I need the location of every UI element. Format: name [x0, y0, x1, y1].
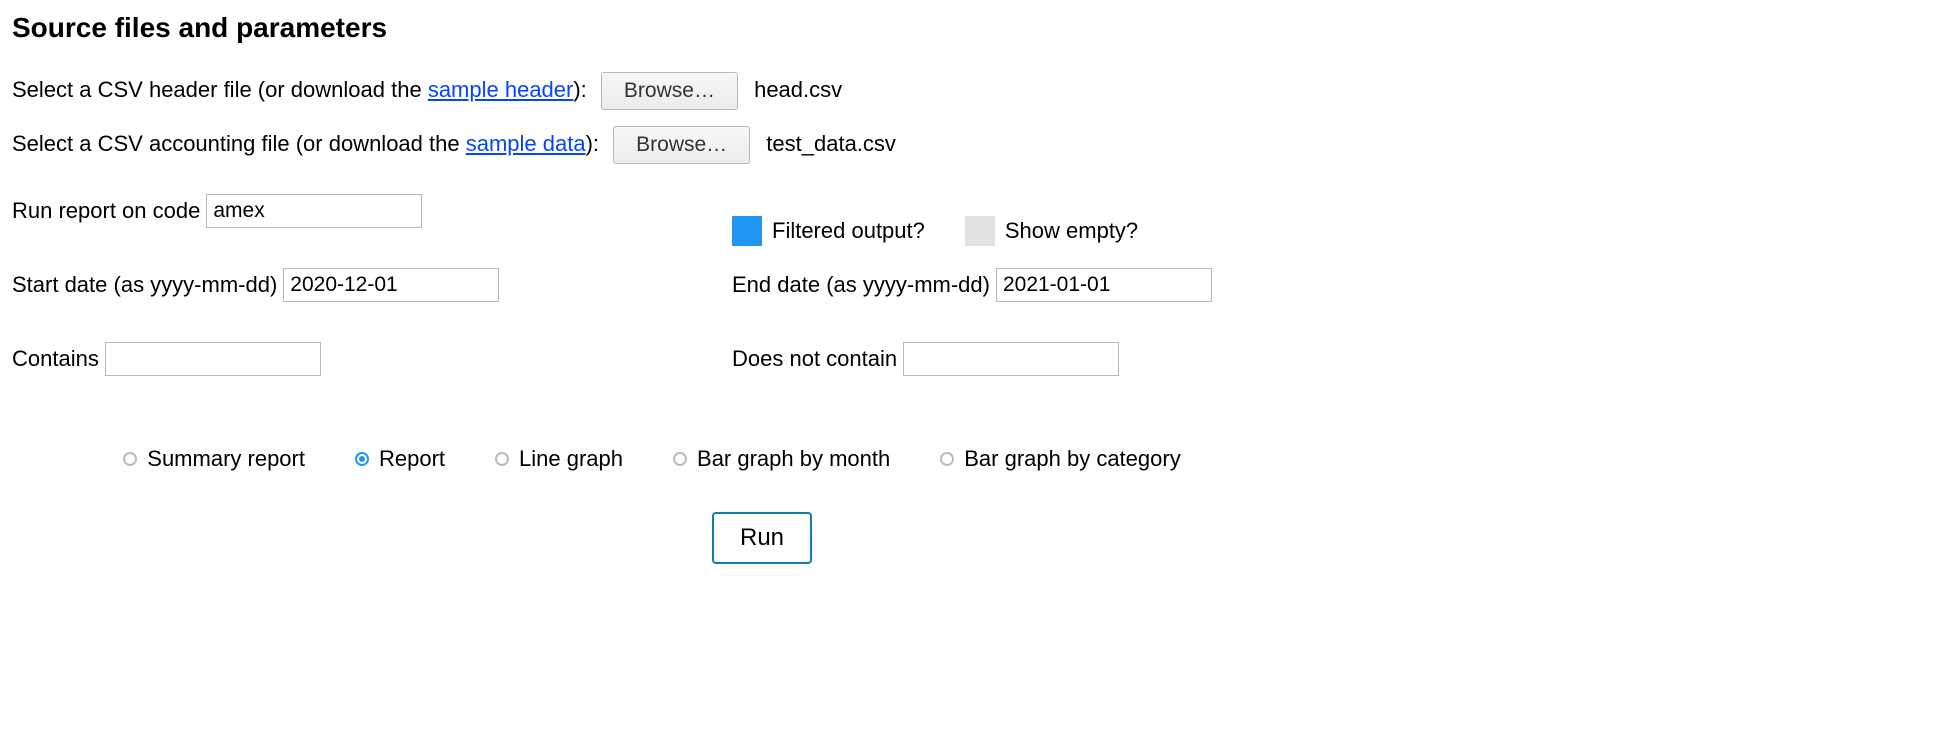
radio-icon	[123, 452, 137, 466]
radio-icon	[495, 452, 509, 466]
show-empty-checkbox-wrap[interactable]: Show empty?	[965, 216, 1138, 246]
start-date-label: Start date (as yyyy-mm-dd)	[12, 272, 277, 298]
run-button[interactable]: Run	[712, 512, 812, 564]
data-file-row: Select a CSV accounting file (or downloa…	[12, 126, 1922, 164]
radio-label: Line graph	[519, 446, 623, 472]
start-date-input[interactable]	[283, 268, 499, 302]
data-filename: test_data.csv	[766, 131, 896, 156]
radio-icon	[940, 452, 954, 466]
header-file-label-pre: Select a CSV header file (or download th…	[12, 77, 428, 102]
radio-icon	[355, 452, 369, 466]
header-file-row: Select a CSV header file (or download th…	[12, 72, 1922, 110]
sample-header-link[interactable]: sample header	[428, 77, 574, 102]
section-heading: Source files and parameters	[12, 12, 1922, 44]
radio-report[interactable]: Report	[355, 446, 445, 472]
radio-line-graph[interactable]: Line graph	[495, 446, 623, 472]
radio-bar-month[interactable]: Bar graph by month	[673, 446, 890, 472]
header-file-label-post: ):	[573, 77, 593, 102]
radio-icon	[673, 452, 687, 466]
not-contains-input[interactable]	[903, 342, 1119, 376]
filtered-output-checkbox[interactable]	[732, 216, 762, 246]
radio-label: Bar graph by category	[964, 446, 1180, 472]
sample-data-link[interactable]: sample data	[466, 131, 586, 156]
radio-label: Report	[379, 446, 445, 472]
report-type-radios: Summary report Report Line graph Bar gra…	[12, 446, 1292, 472]
contains-label: Contains	[12, 346, 99, 372]
data-file-label-pre: Select a CSV accounting file (or downloa…	[12, 131, 466, 156]
run-code-input[interactable]	[206, 194, 422, 228]
browse-header-button[interactable]: Browse…	[601, 72, 738, 110]
contains-input[interactable]	[105, 342, 321, 376]
filtered-output-label: Filtered output?	[772, 218, 925, 244]
show-empty-checkbox[interactable]	[965, 216, 995, 246]
data-file-label-post: ):	[586, 131, 606, 156]
browse-data-button[interactable]: Browse…	[613, 126, 750, 164]
header-filename: head.csv	[754, 77, 842, 102]
radio-label: Bar graph by month	[697, 446, 890, 472]
end-date-input[interactable]	[996, 268, 1212, 302]
show-empty-label: Show empty?	[1005, 218, 1138, 244]
run-code-label: Run report on code	[12, 198, 200, 224]
radio-bar-category[interactable]: Bar graph by category	[940, 446, 1180, 472]
radio-summary-report[interactable]: Summary report	[123, 446, 305, 472]
end-date-label: End date (as yyyy-mm-dd)	[732, 272, 990, 298]
not-contains-label: Does not contain	[732, 346, 897, 372]
filtered-output-checkbox-wrap[interactable]: Filtered output?	[732, 216, 925, 246]
radio-label: Summary report	[147, 446, 305, 472]
